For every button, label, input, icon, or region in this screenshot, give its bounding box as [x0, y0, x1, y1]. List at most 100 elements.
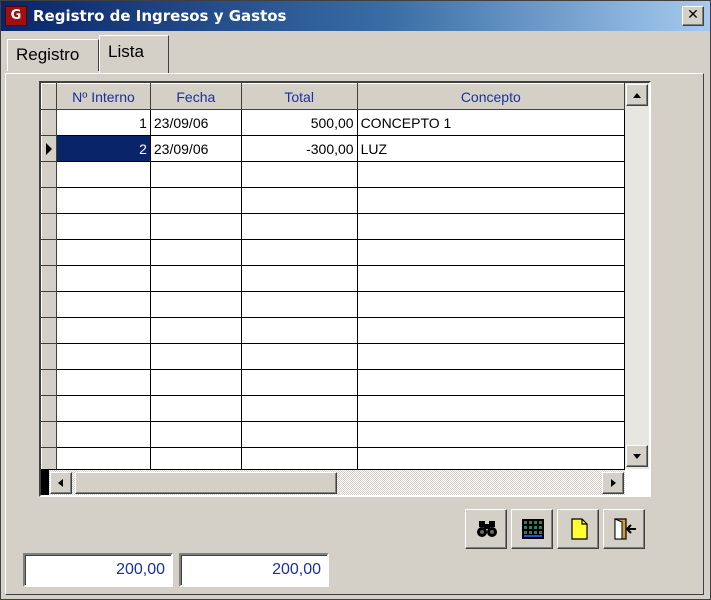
row-indicator[interactable] [41, 135, 57, 162]
row-indicator[interactable] [41, 369, 57, 396]
tab-registro[interactable]: Registro [7, 39, 99, 71]
empty-cell[interactable] [241, 343, 358, 370]
empty-cell[interactable] [150, 447, 242, 469]
cell-fecha[interactable]: 23/09/06 [150, 109, 242, 136]
empty-table-row[interactable] [41, 187, 625, 214]
cell-fecha[interactable]: 23/09/06 [150, 135, 242, 162]
table-row[interactable]: 2 23/09/06 -300,00 LUZ [41, 135, 625, 162]
vertical-scrollbar[interactable] [625, 83, 649, 469]
empty-cell[interactable] [357, 187, 625, 214]
empty-cell[interactable] [150, 291, 242, 318]
empty-cell[interactable] [357, 291, 625, 318]
empty-table-row[interactable] [41, 447, 625, 469]
row-indicator[interactable] [41, 265, 57, 292]
empty-cell[interactable] [150, 343, 242, 370]
empty-table-row[interactable] [41, 213, 625, 240]
empty-table-row[interactable] [41, 343, 625, 370]
total-field-2[interactable]: 200,00 [179, 553, 329, 587]
empty-cell[interactable] [357, 395, 625, 422]
empty-cell[interactable] [241, 291, 358, 318]
cell-interno[interactable]: 1 [56, 109, 151, 136]
empty-cell[interactable] [56, 447, 151, 469]
empty-table-row[interactable] [41, 421, 625, 448]
empty-cell[interactable] [241, 213, 358, 240]
empty-cell[interactable] [357, 213, 625, 240]
empty-cell[interactable] [357, 239, 625, 266]
column-header-interno[interactable]: Nº Interno [55, 83, 151, 110]
search-button[interactable] [465, 509, 507, 549]
cell-interno[interactable]: 2 [56, 135, 151, 162]
exit-button[interactable] [603, 509, 645, 549]
empty-table-row[interactable] [41, 291, 625, 318]
empty-cell[interactable] [150, 161, 242, 188]
empty-cell[interactable] [357, 317, 625, 344]
title-bar[interactable]: G Registro de Ingresos y Gastos ✕ [1, 1, 710, 31]
row-indicator[interactable] [41, 161, 57, 188]
empty-cell[interactable] [357, 369, 625, 396]
empty-cell[interactable] [150, 187, 242, 214]
horizontal-scrollbar[interactable] [41, 469, 625, 495]
empty-cell[interactable] [241, 239, 358, 266]
empty-cell[interactable] [56, 317, 151, 344]
empty-cell[interactable] [56, 291, 151, 318]
tab-lista[interactable]: Lista [99, 35, 169, 73]
close-button[interactable]: ✕ [682, 6, 704, 26]
row-indicator[interactable] [41, 239, 57, 266]
empty-table-row[interactable] [41, 317, 625, 344]
row-indicator[interactable] [41, 317, 57, 344]
cell-total[interactable]: 500,00 [241, 109, 358, 136]
empty-cell[interactable] [56, 161, 151, 188]
empty-cell[interactable] [56, 239, 151, 266]
row-indicator[interactable] [41, 447, 57, 469]
empty-cell[interactable] [241, 421, 358, 448]
empty-cell[interactable] [241, 317, 358, 344]
empty-cell[interactable] [56, 369, 151, 396]
empty-cell[interactable] [241, 265, 358, 292]
scroll-right-button[interactable] [602, 472, 624, 494]
column-header-fecha[interactable]: Fecha [149, 83, 242, 110]
empty-table-row[interactable] [41, 161, 625, 188]
empty-cell[interactable] [150, 421, 242, 448]
empty-cell[interactable] [56, 213, 151, 240]
empty-cell[interactable] [241, 395, 358, 422]
empty-table-row[interactable] [41, 265, 625, 292]
empty-cell[interactable] [56, 343, 151, 370]
records-grid[interactable]: Nº Interno Fecha Total Concepto 1 23/09/0… [39, 81, 651, 497]
empty-cell[interactable] [150, 395, 242, 422]
cell-total[interactable]: -300,00 [241, 135, 358, 162]
empty-cell[interactable] [357, 343, 625, 370]
row-indicator[interactable] [41, 213, 57, 240]
empty-cell[interactable] [241, 161, 358, 188]
row-indicator[interactable] [41, 421, 57, 448]
scroll-left-button[interactable] [50, 472, 72, 494]
empty-cell[interactable] [150, 265, 242, 292]
cell-concepto[interactable]: CONCEPTO 1 [357, 109, 625, 136]
empty-cell[interactable] [150, 317, 242, 344]
empty-cell[interactable] [357, 161, 625, 188]
empty-cell[interactable] [241, 369, 358, 396]
empty-cell[interactable] [150, 369, 242, 396]
row-indicator[interactable] [41, 343, 57, 370]
cell-concepto[interactable]: LUZ [357, 135, 625, 162]
empty-cell[interactable] [241, 187, 358, 214]
total-field-1[interactable]: 200,00 [23, 553, 173, 587]
empty-cell[interactable] [56, 421, 151, 448]
grid-button[interactable] [511, 509, 553, 549]
empty-table-row[interactable] [41, 239, 625, 266]
empty-cell[interactable] [56, 395, 151, 422]
empty-table-row[interactable] [41, 395, 625, 422]
horizontal-scroll-thumb[interactable] [75, 472, 337, 494]
empty-cell[interactable] [150, 213, 242, 240]
table-row[interactable]: 1 23/09/06 500,00 CONCEPTO 1 [41, 109, 625, 136]
empty-cell[interactable] [357, 447, 625, 469]
row-indicator[interactable] [41, 291, 57, 318]
empty-table-row[interactable] [41, 369, 625, 396]
empty-cell[interactable] [56, 187, 151, 214]
empty-cell[interactable] [357, 265, 625, 292]
empty-cell[interactable] [357, 421, 625, 448]
column-header-concepto[interactable]: Concepto [356, 83, 625, 110]
row-indicator[interactable] [41, 395, 57, 422]
column-header-total[interactable]: Total [240, 83, 358, 110]
empty-cell[interactable] [241, 447, 358, 469]
row-indicator[interactable] [41, 187, 57, 214]
